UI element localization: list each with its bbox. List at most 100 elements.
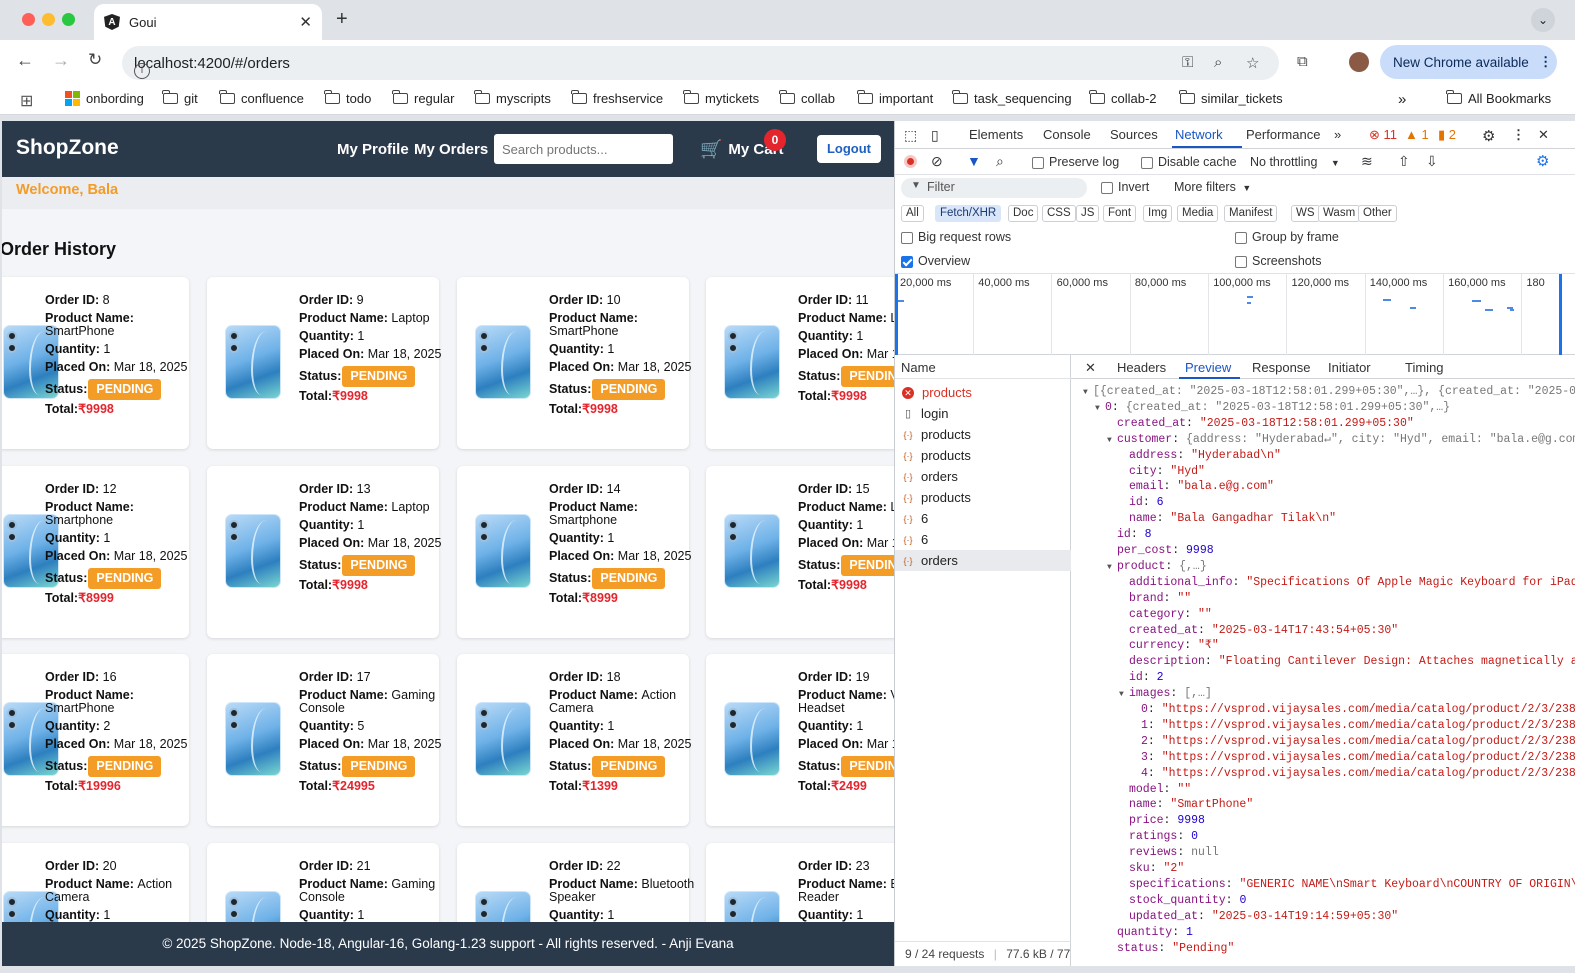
order-card[interactable]: Order ID: 19 Product Name: VR Headset Quan… xyxy=(706,654,894,826)
big-request-rows-checkbox[interactable]: Big request rows xyxy=(901,230,1011,244)
bookmark-myscripts[interactable]: myscripts xyxy=(474,90,551,106)
request-row[interactable]: {·} 6 xyxy=(895,508,1071,529)
type-filter-js[interactable]: JS xyxy=(1076,205,1100,222)
more-vert-icon[interactable]: ⋮ xyxy=(1539,54,1553,70)
apps-grid-icon[interactable]: ⊞ xyxy=(20,91,33,111)
tab-initiator[interactable]: Initiator xyxy=(1328,360,1371,375)
json-line[interactable]: ▼ images: [,…] xyxy=(1119,687,1212,702)
bookmark-todo[interactable]: todo xyxy=(324,90,371,106)
json-line[interactable]: ▼ customer: {address: "Hyderabad↵", city:… xyxy=(1107,433,1575,448)
preserve-log-checkbox[interactable]: Preserve log xyxy=(1032,155,1119,169)
json-line[interactable]: ▼ product: {,…} xyxy=(1107,560,1207,575)
disable-cache-checkbox[interactable]: Disable cache xyxy=(1141,155,1237,169)
zoom-icon[interactable]: ⌕ xyxy=(1214,54,1222,71)
issue-count[interactable]: ▮ 2 xyxy=(1438,127,1456,143)
browser-tab[interactable]: A Goui ✕ xyxy=(94,4,322,40)
type-filter-ws[interactable]: WS xyxy=(1291,205,1320,222)
tab-network[interactable]: Network xyxy=(1175,127,1223,142)
type-filter-img[interactable]: Img xyxy=(1143,205,1173,222)
my-orders-link[interactable]: My Orders xyxy=(414,141,488,158)
close-devtools-icon[interactable]: ✕ xyxy=(1538,127,1549,143)
close-detail-icon[interactable]: ✕ xyxy=(1085,360,1096,376)
warning-count[interactable]: ▲ 1 xyxy=(1405,127,1429,142)
more-vert-icon[interactable]: ⋮ xyxy=(1512,127,1525,143)
device-toolbar-icon[interactable]: ▯ xyxy=(931,127,939,144)
tab-elements[interactable]: Elements xyxy=(969,127,1023,142)
request-row[interactable]: {·} orders xyxy=(895,550,1071,571)
expand-triangle-icon[interactable]: ▼ xyxy=(1083,386,1093,400)
bookmark-collab[interactable]: collab xyxy=(779,90,835,106)
type-filter-fetchxhr[interactable]: Fetch/XHR xyxy=(935,205,1002,222)
bookmark-collab-2[interactable]: collab-2 xyxy=(1089,90,1157,106)
expand-triangle-icon[interactable]: ▼ xyxy=(1107,561,1117,575)
request-row[interactable]: ▯ login xyxy=(895,403,1071,424)
order-card[interactable]: Order ID: 15 Product Name: Laptop Quantity… xyxy=(706,466,894,638)
expand-triangle-icon[interactable]: ▼ xyxy=(1095,402,1105,416)
type-filter-other[interactable]: Other xyxy=(1358,205,1397,222)
network-filter-input[interactable]: ▼ Filter xyxy=(901,178,1087,198)
order-card[interactable]: Order ID: 13 Product Name: Laptop Quantity… xyxy=(207,466,441,638)
extensions-puzzle-icon[interactable]: ⧉ xyxy=(1297,53,1308,70)
error-count[interactable]: ⊗ 11 xyxy=(1369,127,1397,143)
bookmark-task-sequencing[interactable]: task_sequencing xyxy=(952,90,1072,106)
request-row[interactable]: {·} products xyxy=(895,487,1071,508)
order-card[interactable]: Order ID: 16 Product Name: SmartPhone Quan… xyxy=(2,654,189,826)
tab-console[interactable]: Console xyxy=(1043,127,1091,142)
bookmark-confluence[interactable]: confluence xyxy=(219,90,304,106)
clear-icon[interactable]: ⊘ xyxy=(931,153,943,170)
overview-checkbox[interactable]: Overview xyxy=(901,254,970,268)
request-row[interactable]: {·} 6 xyxy=(895,529,1071,550)
search-icon[interactable]: ⌕ xyxy=(996,153,1004,170)
back-arrow-icon[interactable]: ← xyxy=(16,50,34,71)
bookmark-similar-tickets[interactable]: similar_tickets xyxy=(1179,90,1283,106)
tab-response[interactable]: Response xyxy=(1252,360,1311,375)
close-tab-icon[interactable]: ✕ xyxy=(299,13,312,31)
all-bookmarks[interactable]: All Bookmarks xyxy=(1446,90,1551,106)
type-filter-wasm[interactable]: Wasm xyxy=(1318,205,1361,222)
logout-button[interactable]: Logout xyxy=(817,135,881,163)
invert-checkbox[interactable]: Invert xyxy=(1101,180,1149,194)
bookmark-regular[interactable]: regular xyxy=(392,90,454,106)
network-settings-gear-icon[interactable]: ⚙ xyxy=(1536,152,1549,170)
address-bar[interactable]: i localhost:4200/#/orders ⚿ ⌕ ☆ xyxy=(122,46,1279,80)
profile-avatar[interactable] xyxy=(1349,52,1369,72)
order-card[interactable]: Order ID: 9 Product Name: Laptop Quantity:… xyxy=(207,277,441,449)
bookmark-git[interactable]: git xyxy=(162,90,198,106)
tab-sources[interactable]: Sources xyxy=(1110,127,1158,142)
name-column-header[interactable]: Name xyxy=(895,355,1071,379)
my-profile-link[interactable]: My Profile xyxy=(337,141,409,158)
request-row[interactable]: ✕ products xyxy=(895,382,1071,403)
minimize-window-button[interactable] xyxy=(42,13,55,26)
filter-funnel-icon[interactable]: ▼ xyxy=(967,153,981,169)
site-info-icon[interactable]: i xyxy=(134,63,150,79)
order-card[interactable]: Order ID: 12 Product Name: Smartphone Quan… xyxy=(2,466,189,638)
close-window-button[interactable] xyxy=(22,13,35,26)
type-filter-doc[interactable]: Doc xyxy=(1008,205,1039,222)
bookmark-important[interactable]: important xyxy=(857,90,933,106)
new-chrome-available-button[interactable]: New Chrome available ⋮ xyxy=(1380,45,1557,79)
screenshots-checkbox[interactable]: Screenshots xyxy=(1235,254,1321,268)
bookmark-freshservice[interactable]: freshservice xyxy=(571,90,663,106)
expand-triangle-icon[interactable]: ▼ xyxy=(1107,434,1117,448)
more-bookmarks-chevron-icon[interactable]: » xyxy=(1398,91,1406,108)
order-card[interactable]: Order ID: 11 Product Name: Laptop Quantity… xyxy=(706,277,894,449)
type-filter-css[interactable]: CSS xyxy=(1042,205,1076,222)
forward-arrow-icon[interactable]: → xyxy=(52,50,70,71)
password-key-icon[interactable]: ⚿ xyxy=(1182,54,1193,71)
import-har-icon[interactable]: ⇧ xyxy=(1398,153,1410,170)
network-conditions-icon[interactable]: ≋ xyxy=(1361,153,1373,170)
brand-logo[interactable]: ShopZone xyxy=(16,136,119,160)
reload-icon[interactable]: ↻ xyxy=(88,50,102,70)
bookmark-onbording[interactable]: onbording xyxy=(65,91,144,106)
tab-search-chevron-icon[interactable]: ⌄ xyxy=(1531,8,1555,32)
bookmark-mytickets[interactable]: mytickets xyxy=(683,90,759,106)
order-card[interactable]: Order ID: 17 Product Name: Gaming Console… xyxy=(207,654,441,826)
more-tabs-chevron-icon[interactable]: » xyxy=(1334,127,1341,142)
order-card[interactable]: Order ID: 10 Product Name: SmartPhone Quan… xyxy=(457,277,691,449)
request-row[interactable]: {·} products xyxy=(895,424,1071,445)
type-filter-manifest[interactable]: Manifest xyxy=(1224,205,1278,222)
tab-preview[interactable]: Preview xyxy=(1185,360,1231,375)
settings-gear-icon[interactable]: ⚙ xyxy=(1482,127,1495,145)
type-filter-font[interactable]: Font xyxy=(1103,205,1137,222)
timeline-handle-left[interactable] xyxy=(895,274,898,355)
